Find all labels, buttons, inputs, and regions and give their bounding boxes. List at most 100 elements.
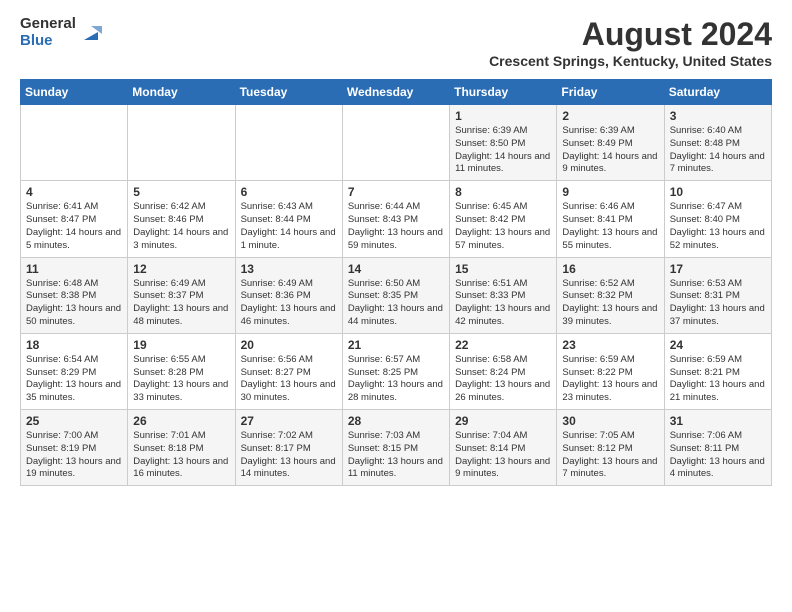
table-row: 5Sunrise: 6:42 AM Sunset: 8:46 PM Daylig… [128, 181, 235, 257]
day-info: Sunrise: 6:44 AM Sunset: 8:43 PM Dayligh… [348, 201, 444, 252]
logo-general: General [20, 16, 76, 33]
table-row [342, 105, 449, 181]
table-row: 6 Sunrise: 6:43 AM Sunset: 8:44 PM Daylig… [235, 181, 342, 257]
table-row: 4 Sunrise: 6:41 AM Sunset: 8:47 PM Daylig… [21, 181, 128, 257]
table-row: 9 Sunrise: 6:46 AM Sunset: 8:41 PM Daylig… [557, 181, 664, 257]
day-number: 7 [348, 185, 444, 199]
day-number: 27 [241, 414, 337, 428]
table-row: 30 Sunrise: 7:05 AM Sunset: 8:12 PM Dayli… [557, 410, 664, 486]
table-row: 15 Sunrise: 6:51 AM Sunset: 8:33 PM Dayli… [450, 257, 557, 333]
day-number: 30 [562, 414, 658, 428]
table-row [128, 105, 235, 181]
calendar-week-row: 11 Sunrise: 6:48 AM Sunset: 8:38 PM Dayli… [21, 257, 772, 333]
day-info: Sunrise: 6:50 AM Sunset: 8:35 PM Dayligh… [348, 278, 444, 329]
day-info: Sunrise: 6:39 AM Sunset: 8:49 PM Dayligh… [562, 125, 658, 176]
day-info: Sunrise: 6:59 AM Sunset: 8:21 PM Dayligh… [670, 354, 766, 405]
day-number: 26 [133, 414, 229, 428]
col-wednesday: Wednesday [342, 80, 449, 105]
day-number: 12 [133, 262, 229, 276]
table-row: 21 Sunrise: 6:57 AM Sunset: 8:25 PM Dayli… [342, 333, 449, 409]
day-number: 11 [26, 262, 122, 276]
day-number: 6 [241, 185, 337, 199]
day-info: Sunrise: 6:52 AM Sunset: 8:32 PM Dayligh… [562, 278, 658, 329]
day-number: 9 [562, 185, 658, 199]
day-number: 21 [348, 338, 444, 352]
day-number: 29 [455, 414, 551, 428]
table-row: 2Sunrise: 6:39 AM Sunset: 8:49 PM Daylig… [557, 105, 664, 181]
table-row: 26 Sunrise: 7:01 AM Sunset: 8:18 PM Dayli… [128, 410, 235, 486]
table-row [21, 105, 128, 181]
day-number: 22 [455, 338, 551, 352]
day-number: 5 [133, 185, 229, 199]
day-info: Sunrise: 7:03 AM Sunset: 8:15 PM Dayligh… [348, 430, 444, 481]
day-number: 28 [348, 414, 444, 428]
table-row: 8 Sunrise: 6:45 AM Sunset: 8:42 PM Daylig… [450, 181, 557, 257]
title-block: August 2024 Crescent Springs, Kentucky, … [489, 16, 772, 69]
table-row: 28 Sunrise: 7:03 AM Sunset: 8:15 PM Dayli… [342, 410, 449, 486]
table-row: 27 Sunrise: 7:02 AM Sunset: 8:17 PM Dayli… [235, 410, 342, 486]
day-info: Sunrise: 6:39 AM Sunset: 8:50 PM Dayligh… [455, 125, 551, 176]
table-row: 12 Sunrise: 6:49 AM Sunset: 8:37 PM Dayli… [128, 257, 235, 333]
day-number: 14 [348, 262, 444, 276]
calendar-week-row: 1 Sunrise: 6:39 AM Sunset: 8:50 PM Daylig… [21, 105, 772, 181]
col-thursday: Thursday [450, 80, 557, 105]
day-info: Sunrise: 7:05 AM Sunset: 8:12 PM Dayligh… [562, 430, 658, 481]
day-info: Sunrise: 7:06 AM Sunset: 8:11 PM Dayligh… [670, 430, 766, 481]
calendar-header-row: Sunday Monday Tuesday Wednesday Thursday… [21, 80, 772, 105]
day-number: 24 [670, 338, 766, 352]
day-info: Sunrise: 6:58 AM Sunset: 8:24 PM Dayligh… [455, 354, 551, 405]
day-number: 10 [670, 185, 766, 199]
table-row: 16 Sunrise: 6:52 AM Sunset: 8:32 PM Dayli… [557, 257, 664, 333]
logo: General Blue [20, 16, 102, 49]
main-title: August 2024 [489, 16, 772, 53]
day-info: Sunrise: 6:49 AM Sunset: 8:37 PM Dayligh… [133, 278, 229, 329]
day-info: Sunrise: 6:41 AM Sunset: 8:47 PM Dayligh… [26, 201, 122, 252]
day-number: 8 [455, 185, 551, 199]
subtitle: Crescent Springs, Kentucky, United State… [489, 53, 772, 69]
table-row: 18Sunrise: 6:54 AM Sunset: 8:29 PM Dayli… [21, 333, 128, 409]
calendar-week-row: 18Sunrise: 6:54 AM Sunset: 8:29 PM Dayli… [21, 333, 772, 409]
day-info: Sunrise: 6:40 AM Sunset: 8:48 PM Dayligh… [670, 125, 766, 176]
table-row: 3Sunrise: 6:40 AM Sunset: 8:48 PM Daylig… [664, 105, 771, 181]
table-row: 14 Sunrise: 6:50 AM Sunset: 8:35 PM Dayli… [342, 257, 449, 333]
day-number: 15 [455, 262, 551, 276]
table-row: 25 Sunrise: 7:00 AM Sunset: 8:19 PM Dayli… [21, 410, 128, 486]
table-row: 24 Sunrise: 6:59 AM Sunset: 8:21 PM Dayli… [664, 333, 771, 409]
col-sunday: Sunday [21, 80, 128, 105]
calendar: Sunday Monday Tuesday Wednesday Thursday… [20, 79, 772, 486]
logo-icon [80, 22, 102, 44]
table-row: 10 Sunrise: 6:47 AM Sunset: 8:40 PM Dayli… [664, 181, 771, 257]
table-row: 20Sunrise: 6:56 AM Sunset: 8:27 PM Dayli… [235, 333, 342, 409]
day-info: Sunrise: 6:47 AM Sunset: 8:40 PM Dayligh… [670, 201, 766, 252]
day-info: Sunrise: 7:00 AM Sunset: 8:19 PM Dayligh… [26, 430, 122, 481]
day-info: Sunrise: 6:46 AM Sunset: 8:41 PM Dayligh… [562, 201, 658, 252]
day-number: 25 [26, 414, 122, 428]
table-row: 29 Sunrise: 7:04 AM Sunset: 8:14 PM Dayli… [450, 410, 557, 486]
day-number: 31 [670, 414, 766, 428]
day-info: Sunrise: 6:57 AM Sunset: 8:25 PM Dayligh… [348, 354, 444, 405]
day-info: Sunrise: 7:01 AM Sunset: 8:18 PM Dayligh… [133, 430, 229, 481]
day-info: Sunrise: 6:49 AM Sunset: 8:36 PM Dayligh… [241, 278, 337, 329]
day-info: Sunrise: 6:56 AM Sunset: 8:27 PM Dayligh… [241, 354, 337, 405]
logo-text: General Blue [20, 16, 76, 49]
col-friday: Friday [557, 80, 664, 105]
day-number: 13 [241, 262, 337, 276]
day-info: Sunrise: 7:02 AM Sunset: 8:17 PM Dayligh… [241, 430, 337, 481]
day-number: 4 [26, 185, 122, 199]
day-number: 1 [455, 109, 551, 123]
day-info: Sunrise: 6:45 AM Sunset: 8:42 PM Dayligh… [455, 201, 551, 252]
table-row: 17Sunrise: 6:53 AM Sunset: 8:31 PM Dayli… [664, 257, 771, 333]
day-info: Sunrise: 6:48 AM Sunset: 8:38 PM Dayligh… [26, 278, 122, 329]
day-number: 16 [562, 262, 658, 276]
day-info: Sunrise: 6:55 AM Sunset: 8:28 PM Dayligh… [133, 354, 229, 405]
table-row: 1 Sunrise: 6:39 AM Sunset: 8:50 PM Daylig… [450, 105, 557, 181]
day-info: Sunrise: 6:51 AM Sunset: 8:33 PM Dayligh… [455, 278, 551, 329]
col-monday: Monday [128, 80, 235, 105]
day-info: Sunrise: 6:43 AM Sunset: 8:44 PM Dayligh… [241, 201, 337, 252]
col-tuesday: Tuesday [235, 80, 342, 105]
calendar-week-row: 25 Sunrise: 7:00 AM Sunset: 8:19 PM Dayli… [21, 410, 772, 486]
table-row: 31 Sunrise: 7:06 AM Sunset: 8:11 PM Dayli… [664, 410, 771, 486]
day-info: Sunrise: 6:54 AM Sunset: 8:29 PM Dayligh… [26, 354, 122, 405]
header: General Blue August 2024 Crescent Spring… [20, 16, 772, 69]
day-info: Sunrise: 7:04 AM Sunset: 8:14 PM Dayligh… [455, 430, 551, 481]
